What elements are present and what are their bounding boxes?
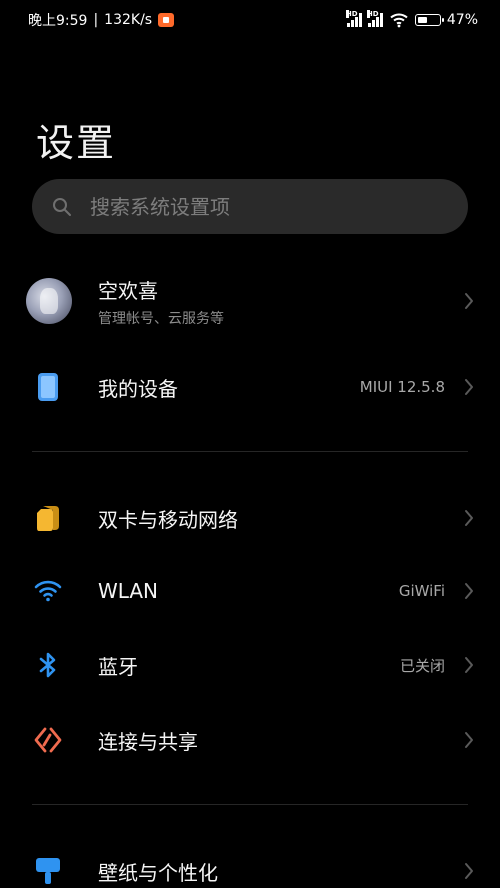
chevron-right-icon [465,379,473,395]
status-separator: | [93,12,99,28]
status-right: HD HD 47% [345,10,478,28]
chevron-right-icon [465,863,473,879]
connection-text: 连接与共享 [98,726,198,755]
settings-screen: 晚上9:59 | 132K/s HD HD 47% 设置 搜索系统设置项 空欢喜… [0,0,500,888]
battery-percent: 47% [446,12,478,28]
chevron-right-icon [465,657,473,673]
screen-record-icon [158,13,175,27]
my-device-row[interactable]: 我的设备 MIUI 12.5.8 [0,352,500,422]
status-bar: 晚上9:59 | 132K/s HD HD 47% [0,0,500,40]
hd-label: HD [345,10,358,18]
bluetooth-row[interactable]: 蓝牙 已关闭 [0,630,500,700]
signal-icon-2: HD [366,10,383,27]
chevron-right-icon [465,732,473,748]
wlan-row[interactable]: WLAN GiWiFi [0,556,500,626]
section-divider [32,451,468,452]
wallpaper-text: 壁纸与个性化 [98,857,218,886]
phone-icon [30,369,66,405]
status-time: 晚上9:59 [28,13,88,29]
wlan-text: WLAN [98,579,158,603]
sim-network-row[interactable]: 双卡与移动网络 [0,483,500,553]
my-device-text: 我的设备 [98,373,178,402]
chevron-right-icon [465,510,473,526]
search-icon [53,197,71,216]
search-input[interactable] [88,193,432,220]
sim-text: 双卡与移动网络 [98,504,238,533]
my-device-label: 我的设备 [98,376,178,401]
search-bar[interactable] [32,179,468,234]
wallpaper-label: 壁纸与个性化 [98,860,218,885]
bluetooth-label: 蓝牙 [98,654,138,679]
bluetooth-text: 蓝牙 [98,651,138,680]
wallpaper-icon [30,853,66,888]
signal-icon: HD [345,10,362,27]
battery-fill [417,17,427,23]
wifi-status-icon [390,13,408,28]
wallpaper-row[interactable]: 壁纸与个性化 [0,836,500,888]
miui-version: MIUI 12.5.8 [359,378,445,396]
account-row[interactable]: 空欢喜 管理帐号、云服务等 [0,266,500,336]
page-title: 设置 [36,121,117,165]
wlan-label: WLAN [98,579,159,603]
status-left: 晚上9:59 | 132K/s [28,10,175,30]
sim-card-icon [30,500,66,536]
connection-sharing-row[interactable]: 连接与共享 [0,705,500,775]
section-divider-2 [32,804,468,805]
hd-label-2: HD [366,10,379,18]
battery-icon [414,14,444,26]
wifi-icon [30,573,66,609]
account-name: 空欢喜 [98,278,158,303]
bluetooth-icon [30,647,66,683]
status-network-speed: 132K/s [104,12,153,28]
connection-share-icon [30,722,66,758]
account-text: 空欢喜 管理帐号、云服务等 [98,275,224,328]
chevron-right-icon [465,293,473,309]
avatar [26,278,72,324]
account-subtitle: 管理帐号、云服务等 [98,310,224,327]
chevron-right-icon [465,583,473,599]
wlan-value: GiWiFi [398,582,445,600]
sim-label: 双卡与移动网络 [98,507,238,532]
connection-label: 连接与共享 [98,729,198,754]
bluetooth-value: 已关闭 [399,656,445,675]
